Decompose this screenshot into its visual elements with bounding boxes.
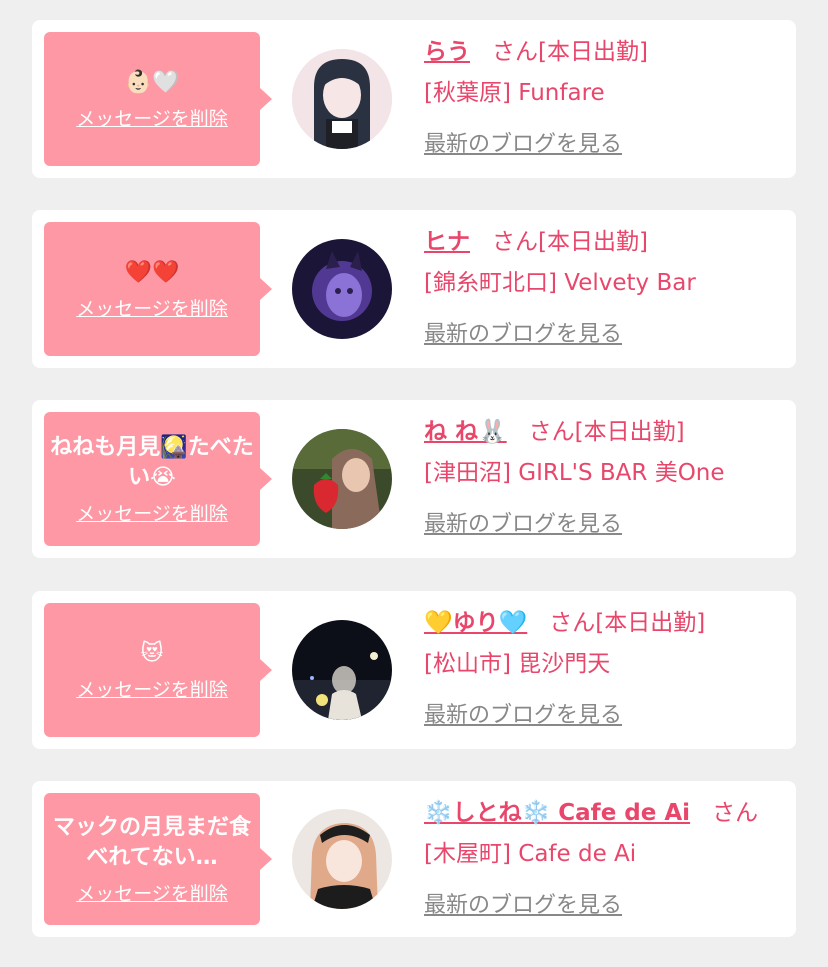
avatar-photo-icon — [292, 620, 392, 720]
cast-avatar[interactable] — [292, 809, 392, 909]
delete-message-link[interactable]: メッセージを削除 — [76, 679, 228, 701]
cast-card: マックの月見まだ食べれてない… メッセージを削除 ❄️しとね❄️ Cafe de… — [32, 781, 796, 937]
favorites-message-list: 👶🏻🤍 メッセージを削除 らう さん[本日出勤] [秋葉原] Funfare 最新… — [0, 0, 828, 967]
delete-message-link[interactable]: メッセージを削除 — [76, 883, 228, 905]
message-bubble: ❤️❤️ メッセージを削除 — [44, 222, 272, 356]
cast-avatar[interactable] — [292, 239, 392, 339]
honorific: さん — [549, 610, 596, 636]
attendance-status: [本日出勤] — [595, 610, 706, 636]
honorific: さん — [492, 229, 538, 255]
message-text: 👶🏻🤍 — [124, 70, 180, 95]
avatar-photo-icon — [292, 49, 392, 149]
delete-message-link[interactable]: メッセージを削除 — [76, 108, 228, 130]
delete-message-link[interactable]: メッセージを削除 — [76, 298, 228, 320]
cast-card: ❤️❤️ メッセージを削除 ヒナ さん[本日出勤] [錦糸町北口] Velvety… — [32, 210, 796, 368]
message-text: マックの月見まだ食べれてない… — [52, 815, 251, 870]
latest-blog-link[interactable]: 最新のブログを見る — [424, 697, 622, 729]
cast-avatar[interactable] — [292, 49, 392, 149]
cast-name-link[interactable]: ヒナ — [424, 229, 470, 255]
cast-name-link[interactable]: ❄️しとね❄️ Cafe de Ai — [424, 800, 690, 826]
honorific: さん — [528, 419, 575, 445]
cast-avatar[interactable] — [292, 620, 392, 720]
cast-info: ね ね🐰 さん[本日出勤] [津田沼] GIRL'S BAR 美One 最新のブロ… — [424, 412, 784, 538]
avatar-photo-icon — [292, 809, 392, 909]
cast-card: 👶🏻🤍 メッセージを削除 らう さん[本日出勤] [秋葉原] Funfare 最新… — [32, 20, 796, 178]
latest-blog-link[interactable]: 最新のブログを見る — [424, 506, 622, 538]
cast-info: ヒナ さん[本日出勤] [錦糸町北口] Velvety Bar 最新のブログを見る — [424, 222, 784, 348]
avatar-photo-icon — [292, 239, 392, 339]
message-bubble: 👶🏻🤍 メッセージを削除 — [44, 32, 272, 166]
cast-name-link[interactable]: らう — [424, 39, 470, 65]
honorific: さん — [492, 39, 538, 65]
cast-card: ねねも月見🎑たべたい😭 メッセージを削除 ね ね🐰 さん[本日出勤] [津田沼] … — [32, 400, 796, 558]
message-text: ねねも月見🎑たべたい😭 — [50, 435, 254, 490]
cast-name-link[interactable]: 💛ゆり🩵 — [424, 610, 527, 636]
cast-name-link[interactable]: ね ね🐰 — [424, 419, 507, 445]
shop-name: [木屋町] Cafe de Ai — [424, 841, 637, 867]
latest-blog-link[interactable]: 最新のブログを見る — [424, 887, 622, 919]
message-text: 😻 — [140, 641, 164, 666]
shop-name: [松山市] 毘沙門天 — [424, 651, 611, 677]
attendance-status: [本日出勤] — [538, 229, 648, 255]
message-bubble: 😻 メッセージを削除 — [44, 603, 272, 737]
avatar-photo-icon — [292, 429, 392, 529]
attendance-status: [本日出勤] — [538, 39, 648, 65]
latest-blog-link[interactable]: 最新のブログを見る — [424, 316, 622, 348]
message-bubble: マックの月見まだ食べれてない… メッセージを削除 — [44, 793, 272, 925]
cast-card: 😻 メッセージを削除 💛ゆり🩵 さん[本日出勤] [松山市] 毘沙門天 最新のブロ… — [32, 591, 796, 749]
shop-name: [秋葉原] Funfare — [424, 80, 605, 106]
message-bubble: ねねも月見🎑たべたい😭 メッセージを削除 — [44, 412, 272, 546]
cast-avatar[interactable] — [292, 429, 392, 529]
message-text: ❤️❤️ — [124, 260, 180, 285]
cast-info: 💛ゆり🩵 さん[本日出勤] [松山市] 毘沙門天 最新のブログを見る — [424, 603, 784, 729]
shop-name: [錦糸町北口] Velvety Bar — [424, 270, 696, 296]
delete-message-link[interactable]: メッセージを削除 — [76, 503, 228, 525]
latest-blog-link[interactable]: 最新のブログを見る — [424, 126, 622, 158]
honorific: さん — [712, 800, 759, 826]
cast-info: ❄️しとね❄️ Cafe de Ai さん [木屋町] Cafe de Ai 最新… — [424, 793, 784, 919]
cast-info: らう さん[本日出勤] [秋葉原] Funfare 最新のブログを見る — [424, 32, 784, 158]
attendance-status: [本日出勤] — [574, 419, 685, 445]
shop-name: [津田沼] GIRL'S BAR 美One — [424, 460, 725, 486]
